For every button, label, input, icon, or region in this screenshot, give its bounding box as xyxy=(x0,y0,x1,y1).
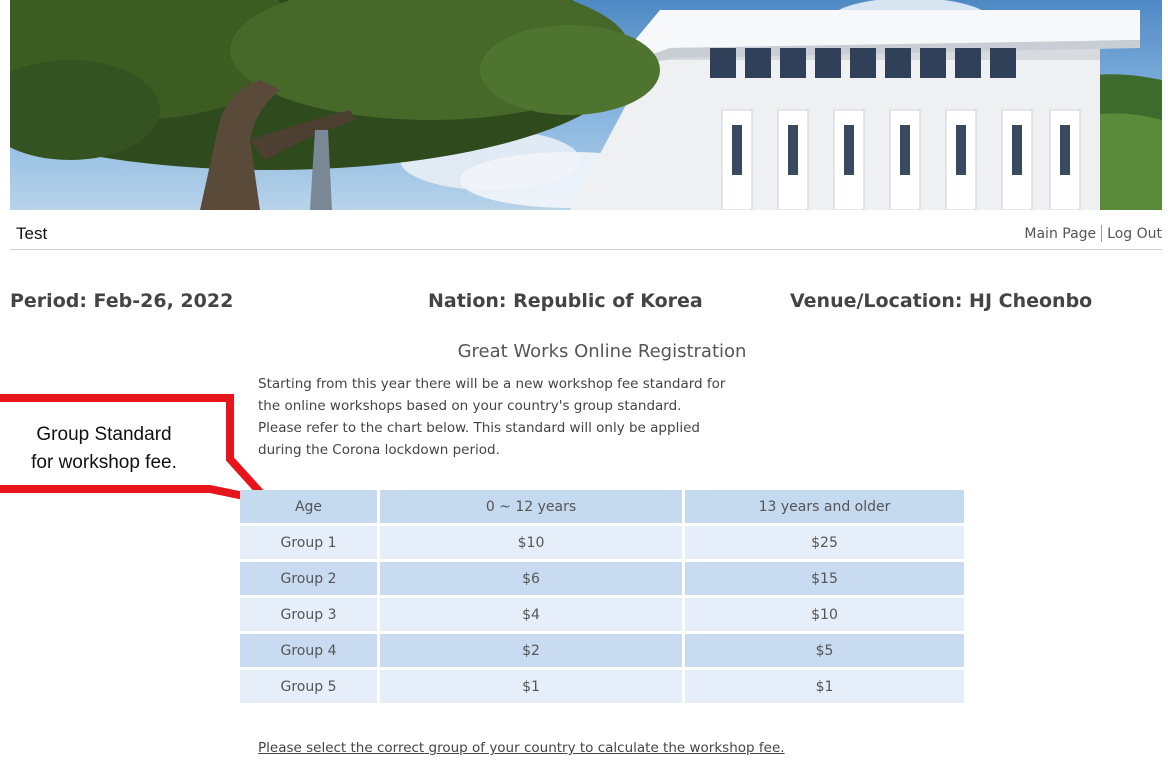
table-row: Group 3 $4 $10 xyxy=(240,598,964,634)
period-label: Period: Feb-26, 2022 xyxy=(10,290,234,312)
header-0-12-years: 0 ~ 12 years xyxy=(380,490,685,526)
fee-adult-cell: $25 xyxy=(685,526,964,562)
fee-child-cell: $4 xyxy=(380,598,685,634)
nation-label: Nation: Republic of Korea xyxy=(428,290,703,312)
venue-label: Venue/Location: HJ Cheonbo xyxy=(790,290,1093,312)
fee-child-cell: $6 xyxy=(380,562,685,598)
table-header-row: Age 0 ~ 12 years 13 years and older xyxy=(240,490,964,526)
table-row: Group 4 $2 $5 xyxy=(240,634,964,670)
callout-line-1: Group Standard xyxy=(36,424,172,445)
intro-text: Starting from this year there will be a … xyxy=(258,376,726,458)
header-13-and-older: 13 years and older xyxy=(685,490,964,526)
callout-line-2: for workshop fee. xyxy=(31,452,177,473)
workshop-fee-table: Age 0 ~ 12 years 13 years and older Grou… xyxy=(240,490,964,706)
group-cell: Group 2 xyxy=(240,562,380,598)
fee-adult-cell: $5 xyxy=(685,634,964,670)
select-group-link[interactable]: Please select the correct group of your … xyxy=(258,740,785,756)
fee-child-cell: $10 xyxy=(380,526,685,562)
site-name: Test xyxy=(16,224,48,243)
group-cell: Group 4 xyxy=(240,634,380,670)
link-divider xyxy=(1101,225,1103,242)
fee-child-cell: $1 xyxy=(380,670,685,706)
fee-adult-cell: $15 xyxy=(685,562,964,598)
main-page-link[interactable]: Main Page xyxy=(1024,226,1096,242)
fee-child-cell: $2 xyxy=(380,634,685,670)
fee-adult-cell: $1 xyxy=(685,670,964,706)
header-age: Age xyxy=(240,490,380,526)
log-out-link[interactable]: Log Out xyxy=(1107,226,1162,242)
top-bar: Test Main Page Log Out xyxy=(10,210,1162,250)
group-cell: Group 3 xyxy=(240,598,380,634)
fee-adult-cell: $10 xyxy=(685,598,964,634)
table-row: Group 5 $1 $1 xyxy=(240,670,964,706)
table-row: Group 2 $6 $15 xyxy=(240,562,964,598)
group-cell: Group 1 xyxy=(240,526,380,562)
top-nav-links: Main Page Log Out xyxy=(1024,225,1162,242)
header-banner-image xyxy=(10,0,1162,210)
banner-building-illustration xyxy=(10,0,1162,210)
callout-text: Group Standard for workshop fee. xyxy=(0,421,234,477)
group-standard-callout: Group Standard for workshop fee. xyxy=(0,393,280,523)
page-title: Great Works Online Registration xyxy=(457,341,747,362)
table-row: Group 1 $10 $25 xyxy=(240,526,964,562)
group-cell: Group 5 xyxy=(240,670,380,706)
